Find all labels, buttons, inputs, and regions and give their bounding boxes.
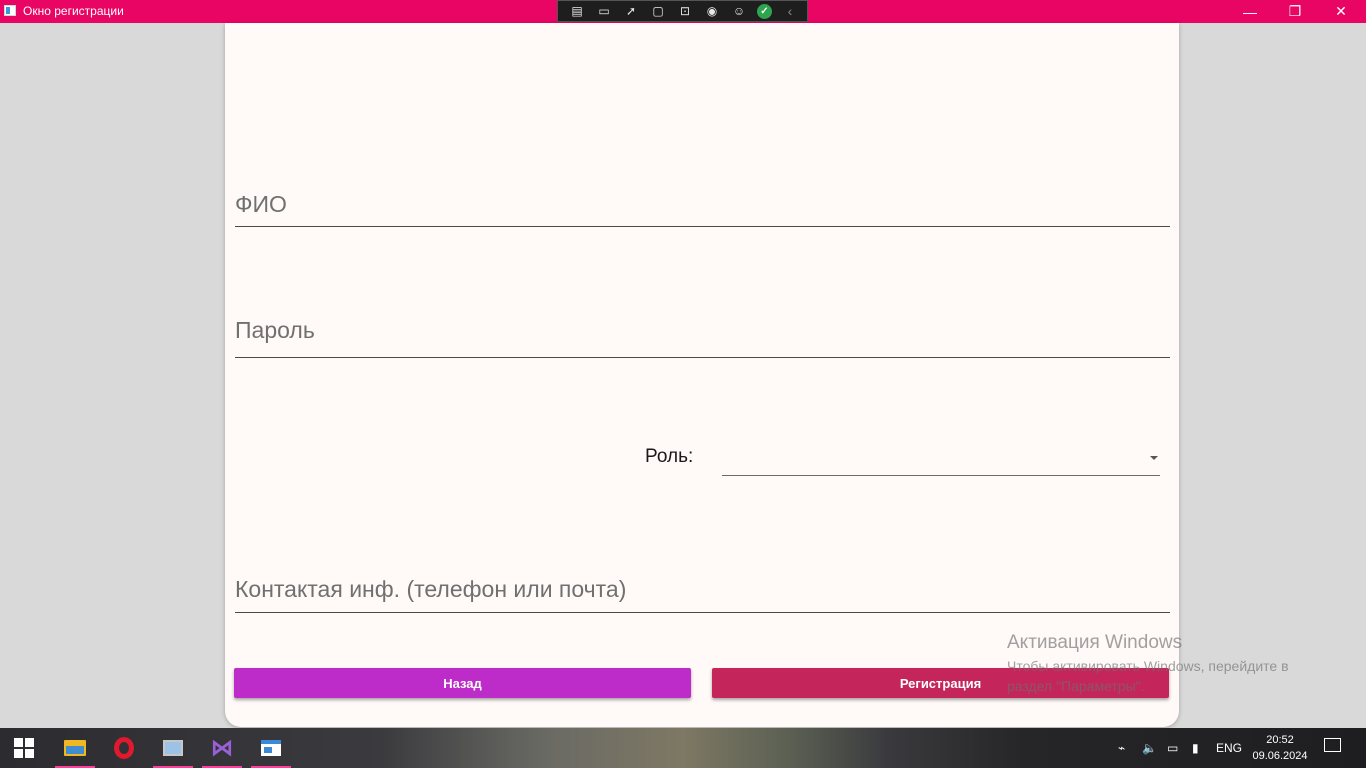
clock-time: 20:52 [1266, 734, 1294, 746]
start-button[interactable] [0, 728, 48, 768]
record-icon[interactable]: ▭ [595, 3, 613, 19]
taskbar-app-monitor[interactable] [153, 728, 193, 768]
network-icon[interactable]: ⌁ [1118, 728, 1125, 768]
taskbar-app-explorer[interactable] [55, 728, 95, 768]
contact-field[interactable]: Контактая инф. (телефон или почта) [235, 568, 1170, 613]
password-placeholder: Пароль [235, 317, 315, 343]
minimize-button[interactable]: — [1227, 0, 1273, 23]
notification-center-icon[interactable] [1324, 738, 1341, 752]
collapse-icon[interactable]: ‹ [781, 3, 799, 19]
registration-card: ФИО Пароль Роль: Контактая инф. (телефон… [225, 23, 1179, 727]
role-select[interactable] [722, 443, 1160, 476]
taskbar: ⋈ ⌁ 🔈 ▭ ▮ ENG 20:52 09.06.2024 [0, 728, 1366, 768]
activation-title: Активация Windows [1007, 632, 1183, 653]
role-label: Роль: [645, 446, 694, 467]
window-title: Окно регистрации [23, 4, 124, 18]
taskbar-app-visual-studio[interactable]: ⋈ [202, 728, 242, 768]
track-focus-icon[interactable]: ▢ [649, 3, 667, 19]
windows-activation-watermark: Активация Windows Чтобы активировать Win… [1007, 632, 1327, 696]
opera-icon [114, 737, 134, 759]
accessibility-icon[interactable]: ☺ [730, 3, 748, 19]
debug-toolbar: ▤ ▭ ➚ ▢ ⊡ ◉ ☺ ✓ ‹ [557, 0, 808, 22]
close-button[interactable]: ✕ [1318, 0, 1364, 23]
contact-placeholder: Контактая инф. (телефон или почта) [235, 576, 627, 602]
password-field[interactable]: Пароль [235, 313, 1170, 358]
language-indicator[interactable]: ENG [1216, 728, 1242, 768]
battery-icon[interactable]: ▮ [1192, 728, 1199, 768]
system-monitor-icon [163, 740, 183, 756]
app-window-icon [4, 5, 16, 16]
dropdown-arrow-icon[interactable] [1150, 456, 1158, 460]
back-button[interactable]: Назад [234, 668, 691, 698]
full-name-field[interactable]: ФИО [235, 183, 1170, 227]
visual-tree-icon[interactable]: ▤ [568, 3, 586, 19]
check-icon[interactable]: ✓ [757, 3, 772, 19]
system-clock[interactable]: 20:52 09.06.2024 [1252, 732, 1308, 764]
windows-logo-icon [14, 738, 34, 758]
window-titlebar: Окно регистрации ▤ ▭ ➚ ▢ ⊡ ◉ ☺ ✓ ‹ — ❐ ✕ [0, 0, 1366, 23]
hot-reload-icon[interactable]: ◉ [703, 3, 721, 19]
taskbar-app-opera[interactable] [104, 728, 144, 768]
taskbar-app-winforms[interactable] [251, 728, 291, 768]
winforms-app-icon [261, 740, 281, 756]
select-element-icon[interactable]: ➚ [622, 3, 640, 19]
clock-date: 09.06.2024 [1252, 750, 1308, 762]
file-explorer-icon [64, 740, 86, 756]
restore-button[interactable]: ❐ [1272, 0, 1318, 23]
display-layout-icon[interactable]: ⊡ [676, 3, 694, 19]
volume-icon[interactable]: 🔈 [1142, 728, 1157, 768]
full-name-placeholder: ФИО [235, 191, 287, 217]
display-icon[interactable]: ▭ [1167, 728, 1178, 768]
activation-subtitle: Чтобы активировать Windows, перейдите в … [1007, 658, 1289, 694]
visual-studio-icon: ⋈ [211, 735, 233, 760]
